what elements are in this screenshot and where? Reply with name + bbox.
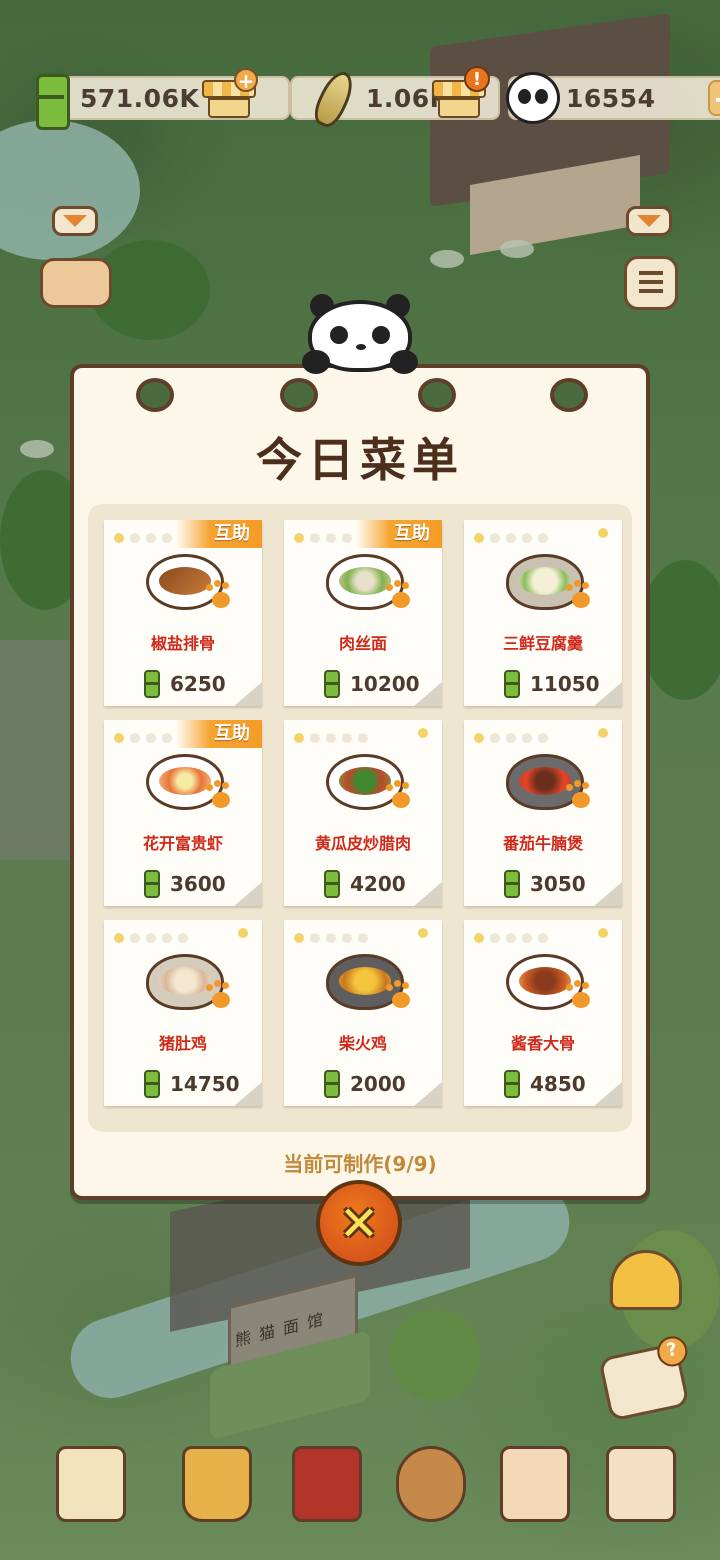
shop-icon[interactable]: +: [202, 68, 258, 120]
help-badge: 互助: [176, 520, 262, 548]
staff-button[interactable]: [494, 1440, 574, 1530]
menu-title: 今日菜单: [256, 433, 464, 487]
paw-icon: [566, 984, 590, 1008]
build-button[interactable]: [390, 1440, 470, 1530]
paw-icon: [206, 984, 230, 1008]
help-badge: 互助: [356, 520, 442, 548]
dish-name: 柴火鸡: [338, 1034, 387, 1053]
map-icon: [56, 1446, 126, 1522]
add-coins-button[interactable]: +: [708, 80, 720, 116]
binder-hole: [550, 378, 588, 412]
paw-icon: [386, 584, 410, 608]
pond: [0, 120, 140, 260]
sign-char: 馆: [307, 1309, 324, 1333]
resource-bar: 571.06K + 1.06K ! 16554 +: [36, 66, 720, 132]
bamboo-amount: 571.06K: [80, 84, 200, 113]
bamboo-icon: [324, 870, 340, 898]
binder-hole: [136, 378, 174, 412]
sign-char: 面: [283, 1315, 300, 1339]
dish-name: 猪肚鸡: [158, 1034, 207, 1053]
alert-icon: !: [464, 66, 490, 92]
chevron-down-icon: [637, 215, 661, 227]
sign-char: 猫: [259, 1321, 276, 1345]
badge-icon: [500, 1446, 570, 1522]
friends-button[interactable]: [40, 258, 112, 308]
pavilion: [0, 640, 70, 860]
dish-card[interactable]: 番茄牛腩煲 3050: [464, 720, 622, 906]
panda-mascot: [300, 294, 420, 378]
bamboo-icon: [504, 870, 520, 898]
dish-name: 酱香大骨: [510, 1034, 575, 1053]
right-expand-button[interactable]: [626, 206, 672, 236]
bamboo-icon: [36, 74, 70, 130]
dish-name: 花开富贵虾: [142, 834, 223, 853]
dish-card[interactable]: 三鲜豆腐羹 11050: [464, 520, 622, 706]
bamboo-icon: [324, 1070, 340, 1098]
bamboo-shoot-icon: [309, 66, 359, 132]
dish-name: 椒盐排骨: [150, 634, 215, 653]
paint-bucket-icon: [182, 1446, 252, 1522]
left-expand-button[interactable]: [52, 206, 98, 236]
shop-icon[interactable]: !: [432, 66, 490, 120]
dish-name: 三鲜豆腐羹: [502, 634, 583, 653]
close-icon: ✕: [338, 1196, 380, 1252]
hammer-icon: [396, 1446, 466, 1522]
paw-icon: [206, 784, 230, 808]
dish-card[interactable]: 柴火鸡 2000: [284, 920, 442, 1106]
list-icon: [639, 271, 663, 275]
stepping-stone: [500, 240, 534, 258]
chevron-down-icon: [63, 215, 87, 227]
panda-icon: [506, 72, 560, 124]
bamboo-icon: [504, 670, 520, 698]
decorate-button[interactable]: [176, 1440, 256, 1530]
dish-name: 黄瓜皮炒腊肉: [314, 834, 411, 853]
paw-icon: [566, 584, 590, 608]
binder-hole: [280, 378, 318, 412]
paw-icon: [206, 584, 230, 608]
recipe-book-button[interactable]: [286, 1440, 366, 1530]
bamboo-grove: [640, 560, 720, 700]
paw-icon: [386, 784, 410, 808]
paw-icon: [566, 784, 590, 808]
dish-card[interactable]: 互助 肉丝面 10200: [284, 520, 442, 706]
bamboo-icon: [324, 670, 340, 698]
panda-coin-amount: 16554: [566, 84, 656, 113]
plus-icon: +: [234, 68, 258, 92]
storage-button[interactable]: [600, 1440, 680, 1530]
orange-tree: [390, 1310, 480, 1400]
dish-card[interactable]: 猪肚鸡 14750: [104, 920, 262, 1106]
shoots-counter[interactable]: 1.06K !: [290, 66, 500, 132]
panda-coin-counter[interactable]: 16554 +: [506, 72, 720, 124]
dish-card[interactable]: 黄瓜皮炒腊肉 4200: [284, 720, 442, 906]
bamboo-icon: [144, 870, 160, 898]
dish-name: 番茄牛腩煲: [502, 834, 583, 853]
dish-name: 肉丝面: [338, 634, 387, 653]
dish-card[interactable]: 互助 椒盐排骨 6250: [104, 520, 262, 706]
dish-grid: 互助 椒盐排骨 6250 互助 肉丝面 10200 三鲜豆腐羹 11050 互助…: [88, 504, 632, 1132]
sign-char: 熊: [235, 1327, 252, 1351]
menu-dialog: 今日菜单 互助 椒盐排骨 6250 互助 肉丝面 10200 三鲜豆腐羹 110…: [70, 364, 650, 1200]
dish-card[interactable]: 酱香大骨 4850: [464, 920, 622, 1106]
map-button[interactable]: [50, 1440, 130, 1530]
stepping-stone: [20, 440, 54, 458]
box-icon: [606, 1446, 676, 1522]
close-button[interactable]: ✕: [316, 1180, 402, 1266]
binder-hole: [418, 378, 456, 412]
bamboo-icon: [504, 1070, 520, 1098]
bamboo-icon: [144, 1070, 160, 1098]
list-button[interactable]: [624, 256, 678, 310]
paw-icon: [386, 984, 410, 1008]
stepping-stone: [430, 250, 464, 268]
menu-book-icon: [292, 1446, 362, 1522]
bamboo-icon: [144, 670, 160, 698]
help-badge: 互助: [176, 720, 262, 748]
dish-card[interactable]: 互助 花开富贵虾 3600: [104, 720, 262, 906]
bamboo-counter[interactable]: 571.06K +: [36, 68, 290, 130]
craftable-status: 当前可制作(9/9): [283, 1152, 437, 1176]
